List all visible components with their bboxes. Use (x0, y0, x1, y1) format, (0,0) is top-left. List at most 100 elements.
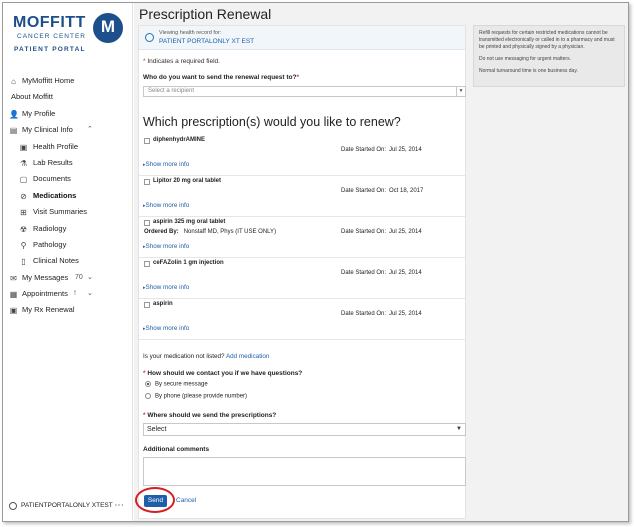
moffitt-emblem-icon (93, 13, 123, 43)
show-more-link[interactable]: ▸Show more info (143, 161, 189, 168)
sidebar-item-clinical-info[interactable]: ▤ My Clinical Info ⌃ (3, 122, 133, 138)
page-title: Prescription Renewal (139, 6, 272, 22)
logo-subtitle: CANCER CENTER (17, 33, 86, 40)
contact-option-secure-message[interactable]: By secure message (145, 381, 208, 388)
radio-selected[interactable] (145, 381, 151, 387)
user-icon: 👤 (9, 109, 19, 119)
prescription-item: ceFAZolin 1 gm injection Date Started On… (139, 258, 465, 299)
notes-icon: ▯ (21, 257, 26, 267)
date-started-value: Jul 25, 2014 (389, 311, 422, 317)
sidebar-item-home[interactable]: ⌂ MyMoffitt Home (3, 73, 133, 89)
lab-icon: ⚗ (19, 158, 28, 168)
prescriptions-heading: Which prescription(s) would you like to … (143, 115, 401, 129)
home-icon: ⌂ (11, 77, 16, 86)
user-name: PATIENTPORTALONLY XTEST (21, 502, 113, 509)
sidebar-item-clinical-notes[interactable]: ▯ Clinical Notes (3, 253, 133, 269)
sidebar-item-label: My Profile (22, 108, 56, 118)
sidebar-item-label: My Clinical Info (22, 125, 73, 135)
prescription-checkbox[interactable] (144, 261, 150, 267)
date-started-value: Jul 25, 2014 (389, 229, 422, 235)
sidebar-item-profile[interactable]: 👤 My Profile (3, 106, 133, 122)
prescription-name: aspirin 325 mg oral tablet (153, 219, 226, 225)
moffitt-logo[interactable]: MOFFITT CANCER CENTER PATIENT PORTAL (11, 11, 129, 57)
show-more-link[interactable]: ▸Show more info (143, 325, 189, 332)
prescription-checkbox[interactable] (144, 179, 150, 185)
sidebar-item-radiology[interactable]: ☢ Radiology (3, 221, 133, 237)
chevron-down-icon: ▼ (456, 426, 462, 432)
show-more-link[interactable]: ▸Show more info (143, 202, 189, 209)
send-button[interactable]: Send (144, 495, 167, 507)
contact-question: * How should we contact you if we have q… (143, 370, 303, 377)
recipient-select[interactable]: Select a recipient ▼ (143, 86, 466, 97)
prescription-checkbox[interactable] (144, 302, 150, 308)
sidebar-item-label: MyMoffitt Home (22, 76, 75, 85)
sidebar-item-label: Documents (33, 174, 71, 184)
date-started-value: Jul 25, 2014 (389, 270, 422, 276)
visit-icon: ⊞ (20, 208, 27, 218)
prescription-name: Lipitor 20 mg oral tablet (153, 178, 222, 184)
target-icon (145, 33, 154, 42)
logo-name: MOFFITT (13, 14, 86, 31)
prescription-checkbox[interactable] (144, 138, 150, 144)
sidebar-item-messages[interactable]: ✉ My Messages 70 ⌄ (3, 270, 133, 286)
sidebar-item-label: My Messages (22, 272, 69, 282)
recipient-placeholder: Select a recipient (148, 88, 195, 94)
sidebar-item-documents[interactable]: ▢ Documents (3, 171, 133, 187)
sidebar-item-visit-summaries[interactable]: ⊞ Visit Summaries (3, 204, 133, 220)
send-where-question: * Where should we send the prescriptions… (143, 412, 277, 419)
cancel-link[interactable]: Cancel (176, 497, 196, 504)
show-more-link[interactable]: ▸Show more info (143, 243, 189, 250)
date-started-label: Date Started On: (341, 311, 387, 317)
info-dot-icon: ! (74, 290, 76, 298)
sidebar-item-label: Pathology (33, 239, 67, 249)
sidebar-item-medications[interactable]: ⊘ Medications (3, 188, 133, 204)
show-more-link[interactable]: ▸Show more info (143, 284, 189, 291)
date-started-label: Date Started On: (341, 229, 387, 235)
sidebar: MOFFITT CANCER CENTER PATIENT PORTAL ⌂ M… (3, 3, 133, 521)
radio-unselected[interactable] (145, 393, 151, 399)
sidebar-item-pathology[interactable]: ⚲ Pathology (3, 237, 133, 253)
date-started-label: Date Started On: (341, 188, 387, 194)
sidebar-item-label: Medications (33, 190, 77, 200)
more-options-icon[interactable]: ··· (115, 499, 125, 513)
patient-name[interactable]: PATIENT PORTALONLY XT EST (159, 38, 254, 45)
comments-textarea[interactable] (143, 457, 466, 486)
sidebar-item-health-profile[interactable]: ▣ Health Profile (3, 139, 133, 155)
add-medication-link[interactable]: Add medication (226, 353, 269, 360)
notice-line: Normal turnaround time is one business d… (479, 68, 578, 74)
chevron-down-icon[interactable]: ⌄ (87, 270, 93, 286)
required-note: * Indicates a required field. (143, 58, 220, 65)
chevron-up-icon[interactable]: ⌃ (87, 122, 93, 138)
notice-line: Refill requests for certain restricted m… (479, 30, 615, 50)
sidebar-item-lab-results[interactable]: ⚗ Lab Results (3, 155, 133, 171)
sidebar-item-label: Clinical Notes (33, 256, 79, 266)
recipient-question: Who do you want to send the renewal requ… (143, 74, 300, 81)
date-started-label: Date Started On: (341, 270, 387, 276)
sidebar-item-appointments[interactable]: ▦ Appointments ! ⌄ (3, 286, 133, 302)
pathology-icon: ⚲ (20, 240, 27, 250)
sidebar-item-label: Lab Results (33, 157, 73, 167)
contact-option-phone[interactable]: By phone (please provide number) (145, 393, 247, 400)
prescription-item: aspirin Date Started On: Jul 25, 2014 ▸S… (139, 299, 465, 340)
calendar-icon: ▦ (9, 290, 18, 300)
sidebar-item-label: Appointments (22, 289, 68, 299)
comments-label: Additional comments (143, 446, 210, 453)
sidebar-item-label: Visit Summaries (33, 207, 88, 217)
renewal-form: Viewing health record for: PATIENT PORTA… (135, 25, 466, 519)
notice-line: Do not use messaging for urgent matters. (479, 56, 571, 62)
clinical-icon: ▤ (9, 126, 18, 136)
sidebar-nav: ⌂ MyMoffitt Home About Moffitt 👤 My Prof… (3, 73, 133, 319)
prescription-item: aspirin 325 mg oral tablet Ordered By: N… (139, 217, 465, 258)
sidebar-item-about[interactable]: About Moffitt (3, 89, 133, 105)
app-window: MOFFITT CANCER CENTER PATIENT PORTAL ⌂ M… (2, 2, 629, 522)
mail-icon: ✉ (10, 273, 17, 283)
prescription-checkbox[interactable] (144, 220, 150, 226)
sidebar-item-label: Radiology (33, 223, 67, 233)
logo-portal-label: PATIENT PORTAL (14, 46, 86, 53)
user-account[interactable]: PATIENTPORTALONLY XTEST ··· (3, 499, 133, 513)
chevron-down-icon: ▼ (456, 87, 465, 96)
send-where-select[interactable]: Select ▼ (143, 423, 466, 436)
chevron-down-icon[interactable]: ⌄ (87, 286, 93, 302)
sidebar-item-rx-renewal[interactable]: ▣ My Rx Renewal (3, 302, 133, 318)
rx-icon: ▣ (9, 306, 18, 316)
